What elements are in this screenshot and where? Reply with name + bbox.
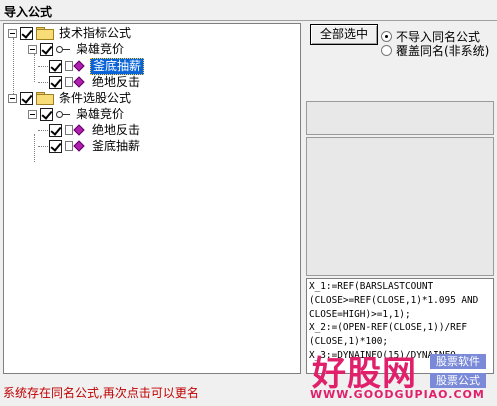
window-title: 导入公式	[4, 5, 53, 19]
formula-icon	[65, 76, 87, 88]
collapse-toggle[interactable]	[28, 44, 37, 54]
checkbox[interactable]	[49, 59, 62, 73]
formula-icon	[65, 124, 87, 136]
code-line: (CLOSE>=REF(CLOSE,1)*1.095 AND	[309, 294, 479, 306]
tree-node-label: 釜底抽薪	[90, 57, 145, 75]
tree-node-formula[interactable]: 绝地反击	[38, 122, 142, 138]
checkbox[interactable]	[49, 139, 62, 153]
radio-unselected-icon[interactable]	[381, 45, 392, 56]
key-icon	[56, 44, 70, 54]
info-panel-middle	[306, 137, 494, 276]
folder-icon	[36, 92, 54, 105]
tree-connector	[13, 38, 14, 98]
formula-tree[interactable]: 技术指标公式 枭雄竞价 釜底抽薪 绝地反击 条件选股公式 枭雄竞价 绝地反击 釜…	[3, 23, 301, 374]
select-all-button[interactable]: 全部选中	[310, 24, 378, 45]
tree-node-formula[interactable]: 釜底抽薪	[38, 138, 142, 154]
code-line: CLOSE=HIGH)>=1,1);	[309, 308, 411, 320]
tree-node-label: 绝地反击	[92, 74, 141, 89]
tree-node-label: 绝地反击	[92, 122, 141, 137]
tree-node-group[interactable]: 枭雄竞价	[28, 106, 126, 122]
checkbox[interactable]	[49, 123, 62, 137]
code-line: X_2:=(OPEN-REF(CLOSE,1))/REF	[309, 322, 468, 334]
tree-node-formula[interactable]: 绝地反击	[38, 74, 142, 90]
tree-node-folder-technical[interactable]: 技术指标公式	[8, 25, 133, 41]
collapse-toggle[interactable]	[8, 93, 17, 103]
checkbox[interactable]	[49, 75, 62, 89]
folder-icon	[36, 27, 54, 40]
tree-connector	[34, 134, 35, 162]
checkbox[interactable]	[20, 91, 33, 105]
tree-node-label: 釜底抽薪	[92, 138, 141, 153]
info-panel-top	[306, 101, 494, 135]
tree-node-folder-screening[interactable]: 条件选股公式	[8, 90, 133, 106]
tree-node-label: 枭雄竞价	[76, 106, 125, 121]
radio-selected-icon[interactable]	[381, 31, 392, 42]
radio-overwrite[interactable]: 覆盖同名(非系统)	[381, 42, 489, 59]
watermark-tag: 股票软件	[430, 354, 486, 369]
watermark-url: WWW.GOODGUPIAO.COM	[310, 388, 485, 401]
title-separator	[0, 20, 497, 21]
status-message: 系统存在同名公式,再次点击可以更名	[3, 386, 199, 400]
tree-node-label: 技术指标公式	[59, 25, 132, 40]
formula-icon	[65, 140, 87, 152]
checkbox[interactable]	[40, 107, 53, 121]
collapse-toggle[interactable]	[28, 109, 37, 119]
checkbox[interactable]	[40, 42, 53, 56]
checkbox[interactable]	[20, 26, 33, 40]
watermark-tag: 股票公式	[430, 373, 486, 388]
tree-node-formula[interactable]: 釜底抽薪	[38, 57, 145, 75]
tree-node-group[interactable]: 枭雄竞价	[28, 41, 126, 57]
tree-node-label: 条件选股公式	[59, 90, 132, 105]
formula-icon	[65, 60, 87, 72]
collapse-toggle[interactable]	[8, 28, 17, 38]
watermark: 好股网 股票软件 股票公式 WWW.GOODGUPIAO.COM	[298, 346, 497, 406]
tree-connector	[34, 54, 35, 82]
title-bar: 导入公式	[0, 0, 497, 21]
tree-node-label: 枭雄竞价	[76, 41, 125, 56]
code-line: X_1:=REF(BARSLASTCOUNT	[309, 281, 434, 292]
radio-label: 覆盖同名(非系统)	[396, 44, 490, 58]
key-icon	[56, 109, 70, 119]
